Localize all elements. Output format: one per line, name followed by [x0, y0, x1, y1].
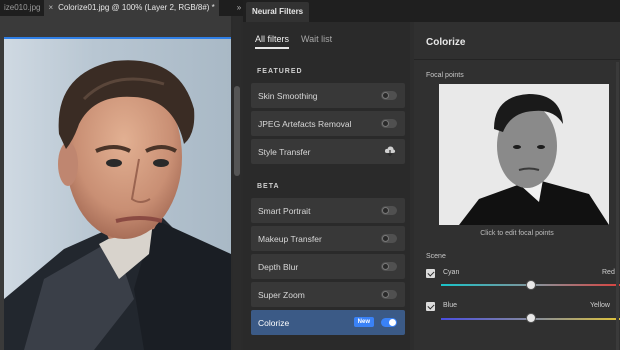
cloud-download-icon[interactable]	[384, 145, 396, 157]
document-tab-previous[interactable]: ize010.jpg	[0, 0, 44, 16]
filter-super-zoom[interactable]: Super Zoom	[251, 282, 405, 307]
focal-points-preview[interactable]	[439, 84, 609, 225]
skin-smoothing-toggle[interactable]	[381, 91, 397, 100]
filter-label: Depth Blur	[258, 261, 299, 272]
filters-list: All filters Wait list FEATURED Skin Smoo…	[243, 22, 410, 350]
tab-wait-list[interactable]: Wait list	[301, 34, 332, 49]
divider	[414, 59, 620, 60]
blue-label: Blue	[443, 302, 458, 309]
filter-label: Super Zoom	[258, 289, 305, 300]
cyan-red-slider-handle[interactable]	[525, 280, 536, 290]
cyan-label: Cyan	[443, 269, 460, 276]
depth-blur-toggle[interactable]	[381, 262, 397, 271]
document-canvas[interactable]	[0, 16, 231, 350]
filter-label: JPEG Artefacts Removal	[258, 118, 352, 129]
portrait-illustration	[4, 60, 231, 350]
neural-filters-panel: All filters Wait list FEATURED Skin Smoo…	[243, 22, 620, 350]
document-tab-label: ize010.jpg	[4, 3, 41, 12]
close-icon[interactable]: ×	[48, 0, 53, 16]
colorize-toggle[interactable]	[381, 318, 397, 327]
filter-colorize[interactable]: Colorize New	[251, 310, 405, 335]
scrollbar-thumb[interactable]	[234, 86, 240, 176]
yellow-label: Yellow	[590, 302, 610, 309]
neural-filters-tab-bar: Neural Filters	[243, 0, 620, 22]
filter-label: Smart Portrait	[258, 205, 311, 216]
colorize-settings: Colorize Focal points Click to edit foca…	[414, 22, 620, 350]
scene-label: Scene	[426, 253, 446, 260]
colorized-portrait-image	[4, 39, 231, 350]
neural-filters-panel-tab[interactable]: Neural Filters	[246, 2, 310, 22]
canvas-scrollbar[interactable]	[233, 16, 241, 350]
tab-all-filters[interactable]: All filters	[255, 34, 290, 49]
section-featured: FEATURED	[257, 68, 303, 75]
document-tab-active[interactable]: × Colorize01.jpg @ 100% (Layer 2, RGB/8#…	[44, 0, 219, 16]
focal-points-caption: Click to edit focal points	[480, 230, 554, 237]
super-zoom-toggle[interactable]	[381, 290, 397, 299]
section-beta: BETA	[257, 183, 280, 190]
filter-label: Skin Smoothing	[258, 90, 318, 101]
filter-label: Colorize	[258, 317, 290, 328]
filter-label: Style Transfer	[258, 146, 311, 157]
settings-title: Colorize	[426, 37, 466, 48]
document-tab-bar: ize010.jpg × Colorize01.jpg @ 100% (Laye…	[0, 0, 243, 16]
filter-style-transfer[interactable]: Style Transfer	[251, 139, 405, 164]
jpeg-artefacts-toggle[interactable]	[381, 119, 397, 128]
grayscale-portrait-thumbnail	[439, 84, 609, 225]
filter-label: Makeup Transfer	[258, 233, 322, 244]
new-badge: New	[353, 317, 374, 327]
filter-tabs: All filters Wait list	[255, 34, 332, 49]
red-label: Red	[602, 269, 615, 276]
blue-yellow-slider-handle[interactable]	[525, 313, 536, 323]
filter-skin-smoothing[interactable]: Skin Smoothing	[251, 83, 405, 108]
filter-depth-blur[interactable]: Depth Blur	[251, 254, 405, 279]
filter-jpeg-artefacts-removal[interactable]: JPEG Artefacts Removal	[251, 111, 405, 136]
filter-smart-portrait[interactable]: Smart Portrait	[251, 198, 405, 223]
filter-makeup-transfer[interactable]: Makeup Transfer	[251, 226, 405, 251]
makeup-transfer-toggle[interactable]	[381, 234, 397, 243]
smart-portrait-toggle[interactable]	[381, 206, 397, 215]
settings-scrollbar[interactable]	[616, 62, 619, 350]
document-tab-label: Colorize01.jpg @ 100% (Layer 2, RGB/8#) …	[58, 3, 215, 12]
focal-points-label: Focal points	[426, 72, 464, 79]
blue-yellow-checkbox[interactable]	[426, 302, 435, 311]
cyan-red-checkbox[interactable]	[426, 269, 435, 278]
